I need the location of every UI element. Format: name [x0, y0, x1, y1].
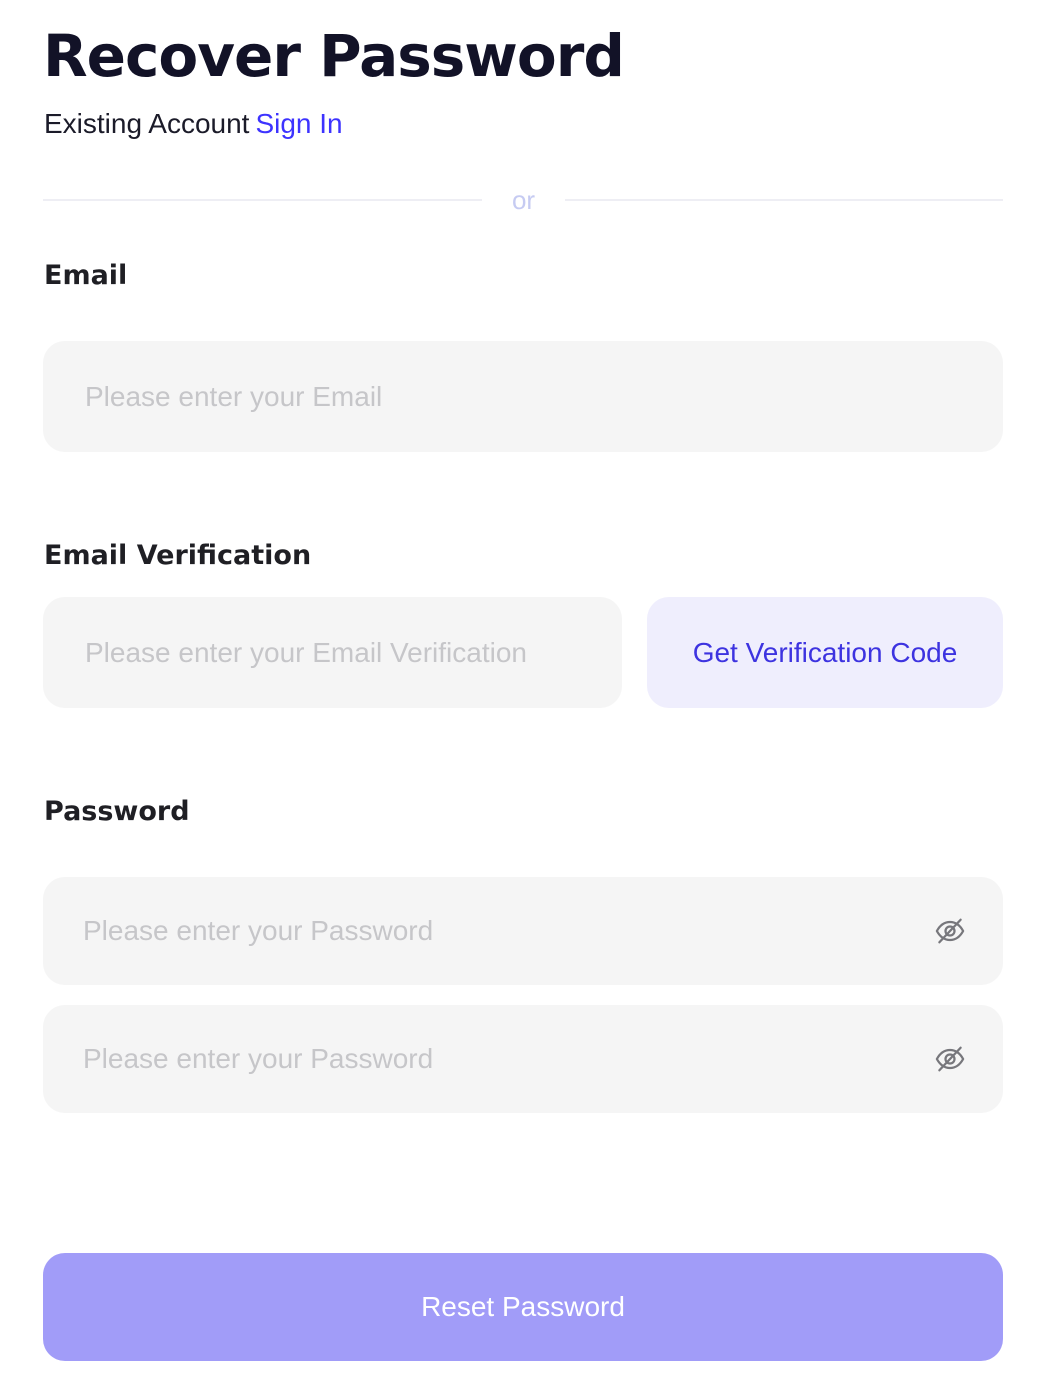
verification-code-input[interactable]	[43, 597, 622, 708]
page-title: Recover Password	[43, 22, 625, 90]
divider-or-text: or	[511, 185, 536, 215]
eye-off-icon[interactable]	[935, 916, 965, 946]
email-input[interactable]	[43, 341, 1003, 452]
divider-line-left	[43, 199, 482, 201]
existing-account-text: Existing Account	[44, 108, 250, 139]
existing-account-line: Existing Account Sign In	[44, 106, 343, 142]
email-verification-label: Email Verification	[44, 540, 312, 571]
password-label: Password	[44, 796, 190, 827]
password-field-container	[43, 877, 1003, 985]
confirm-password-field-container	[43, 1005, 1003, 1113]
email-label: Email	[44, 260, 128, 291]
confirm-password-input[interactable]	[43, 1005, 1003, 1113]
get-verification-code-button[interactable]: Get Verification Code	[647, 597, 1003, 708]
sign-in-link[interactable]: Sign In	[255, 108, 342, 139]
reset-password-button[interactable]: Reset Password	[43, 1253, 1003, 1361]
divider-line-right	[565, 199, 1003, 201]
eye-off-icon[interactable]	[935, 1044, 965, 1074]
email-field-container	[43, 341, 1003, 452]
password-input[interactable]	[43, 877, 1003, 985]
verification-field-container	[43, 597, 622, 708]
